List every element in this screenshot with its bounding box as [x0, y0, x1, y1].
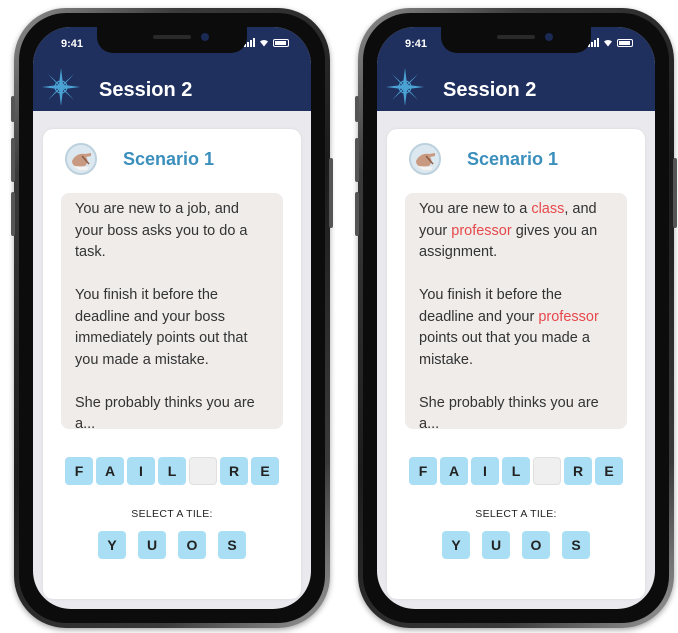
word-tile: A — [96, 457, 124, 485]
story-paragraph: She probably thinks you are a... — [419, 393, 615, 436]
scenario-card: Scenario 1 You are new to a class, and y… — [387, 129, 645, 599]
word-tile: E — [251, 457, 279, 485]
status-time: 9:41 — [61, 38, 84, 50]
phone-bezel: 9:41 Session 2 Scenario 1 You are new to… — [19, 13, 325, 623]
story-paragraph: You finish it before the deadline and yo… — [75, 285, 271, 371]
choice-tile-y[interactable]: Y — [442, 531, 470, 559]
status-time: 9:41 — [405, 38, 428, 50]
select-tile-label: SELECT A TILE: — [475, 508, 557, 520]
word-tile: R — [220, 457, 248, 485]
story-text: points out that you made a mistake. — [419, 330, 590, 368]
scenario-story: You are new to a class, and your profess… — [405, 193, 627, 432]
phone-mockup-right: 9:41 Session 2 Scenario 1 You are new to… — [355, 8, 677, 628]
volume-down-button — [355, 192, 359, 236]
header-title: Session 2 — [443, 79, 537, 101]
choice-tile-row: Y U O S — [387, 531, 645, 559]
word-tile-row: F A I L R E — [43, 457, 301, 485]
word-tile: A — [440, 457, 468, 485]
phone-bezel: 9:41 Session 2 Scenario 1 You are new to… — [363, 13, 669, 623]
story-text: You are new to a — [419, 201, 532, 217]
compass-star-logo-icon — [42, 68, 80, 106]
notch — [97, 27, 247, 53]
compass-star-logo-icon — [386, 68, 424, 106]
choice-tile-o[interactable]: O — [178, 531, 206, 559]
word-tile: R — [564, 457, 592, 485]
scenario-story: You are new to a job, and your boss asks… — [61, 193, 283, 432]
scenario-title: Scenario 1 — [123, 149, 215, 169]
volume-up-button — [355, 138, 359, 182]
scenario-avatar — [65, 143, 97, 175]
choice-tile-u[interactable]: U — [138, 531, 166, 559]
word-tile: E — [595, 457, 623, 485]
phone-mockup-left: 9:41 Session 2 Scenario 1 You are new to… — [11, 8, 333, 628]
story-paragraph: She probably thinks you are a... — [75, 393, 271, 436]
choice-tile-s[interactable]: S — [562, 531, 590, 559]
word-tile-row: F A I L R E — [387, 457, 645, 485]
wifi-icon — [260, 39, 268, 47]
scenario-card: Scenario 1 You are new to a job, and you… — [43, 129, 301, 599]
word-tile: I — [127, 457, 155, 485]
choice-tile-o[interactable]: O — [522, 531, 550, 559]
header-title: Session 2 — [99, 79, 193, 101]
side-button — [329, 158, 333, 228]
scenario-avatar — [409, 143, 441, 175]
pointing-hand-icon — [411, 145, 439, 173]
word-tile: L — [158, 457, 186, 485]
highlighted-word: professor — [538, 308, 599, 325]
word-tile: F — [65, 457, 93, 485]
word-tile: F — [409, 457, 437, 485]
pointing-hand-icon — [67, 145, 95, 173]
silent-switch — [355, 96, 359, 122]
highlighted-word: professor — [451, 222, 512, 239]
blank-tile-slot[interactable] — [189, 457, 217, 485]
battery-icon — [617, 39, 633, 47]
scenario-title: Scenario 1 — [467, 149, 559, 169]
phone-screen: 9:41 Session 2 Scenario 1 You are new to… — [377, 27, 655, 609]
volume-up-button — [11, 138, 15, 182]
story-text: You are new to a job, and your boss asks… — [75, 201, 248, 260]
choice-tile-y[interactable]: Y — [98, 531, 126, 559]
choice-tile-s[interactable]: S — [218, 531, 246, 559]
story-paragraph: You are new to a class, and your profess… — [419, 199, 615, 264]
silent-switch — [11, 96, 15, 122]
story-paragraph: You finish it before the deadline and yo… — [419, 285, 615, 371]
phone-screen: 9:41 Session 2 Scenario 1 You are new to… — [33, 27, 311, 609]
blank-tile-slot[interactable] — [533, 457, 561, 485]
choice-tile-row: Y U O S — [43, 531, 301, 559]
notch — [441, 27, 591, 53]
status-icons — [588, 38, 633, 47]
word-tile: L — [502, 457, 530, 485]
volume-down-button — [11, 192, 15, 236]
status-icons — [244, 38, 289, 47]
story-paragraph: You are new to a job, and your boss asks… — [75, 199, 271, 264]
battery-icon — [273, 39, 289, 47]
select-tile-label: SELECT A TILE: — [131, 508, 213, 520]
wifi-icon — [604, 39, 612, 47]
highlighted-word: class — [531, 201, 565, 217]
choice-tile-u[interactable]: U — [482, 531, 510, 559]
story-text: You finish it before the deadline and yo… — [75, 287, 248, 368]
word-tile: I — [471, 457, 499, 485]
side-button — [673, 158, 677, 228]
story-text: She probably thinks you are a... — [419, 394, 599, 433]
story-text: She probably thinks you are a... — [75, 394, 255, 433]
